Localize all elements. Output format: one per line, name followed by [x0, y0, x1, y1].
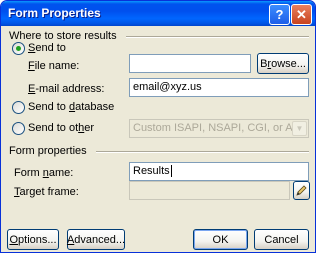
store-group-divider: [126, 36, 309, 38]
title-bar[interactable]: Form Properties ? ✕: [1, 1, 315, 26]
file-name-input[interactable]: [129, 54, 251, 73]
close-icon: ✕: [296, 6, 307, 22]
options-button[interactable]: Options...: [7, 229, 59, 250]
send-to-database-label[interactable]: Send to database: [28, 101, 114, 113]
form-properties-dialog: Form Properties ? ✕ Where to store resul…: [0, 0, 316, 253]
ok-button[interactable]: OK: [193, 229, 248, 250]
form-name-input[interactable]: Results: [129, 162, 309, 181]
send-to-radio[interactable]: [12, 42, 25, 55]
send-to-other-radio[interactable]: [12, 122, 25, 135]
help-button[interactable]: ?: [269, 4, 290, 25]
target-frame-button[interactable]: [293, 181, 310, 200]
email-input[interactable]: email@xyz.us: [129, 78, 309, 97]
target-frame-label: Target frame:: [14, 186, 79, 198]
file-name-label: File name:: [28, 60, 80, 72]
browse-button[interactable]: Br owse...: [257, 53, 309, 74]
script-type-value: Custom ISAPI, NSAPI, CGI, or ASP Script: [133, 122, 308, 134]
form-name-label: Form name:: [14, 167, 74, 179]
dialog-client: Where to store results Send to File name…: [4, 26, 312, 251]
help-icon: ?: [275, 7, 284, 22]
email-label: E-mail address:: [28, 83, 105, 95]
send-to-other-label[interactable]: Send to other: [28, 122, 94, 134]
target-frame-input[interactable]: [129, 181, 290, 200]
form-group-label: Form properties: [9, 145, 87, 157]
chevron-down-icon[interactable]: ▼: [292, 121, 307, 136]
text-caret: [170, 165, 172, 178]
cancel-button[interactable]: Cancel: [254, 229, 309, 250]
window-title: Form Properties: [8, 6, 101, 20]
advanced-button[interactable]: Advanced...: [67, 229, 125, 250]
pencil-icon: [296, 185, 307, 196]
script-type-select[interactable]: Custom ISAPI, NSAPI, CGI, or ASP Script …: [129, 119, 309, 138]
send-to-database-radio[interactable]: [12, 101, 25, 114]
close-button[interactable]: ✕: [291, 4, 312, 25]
form-group-divider: [96, 151, 309, 153]
store-group-label: Where to store results: [9, 30, 117, 42]
send-to-label[interactable]: Send to: [28, 42, 66, 54]
